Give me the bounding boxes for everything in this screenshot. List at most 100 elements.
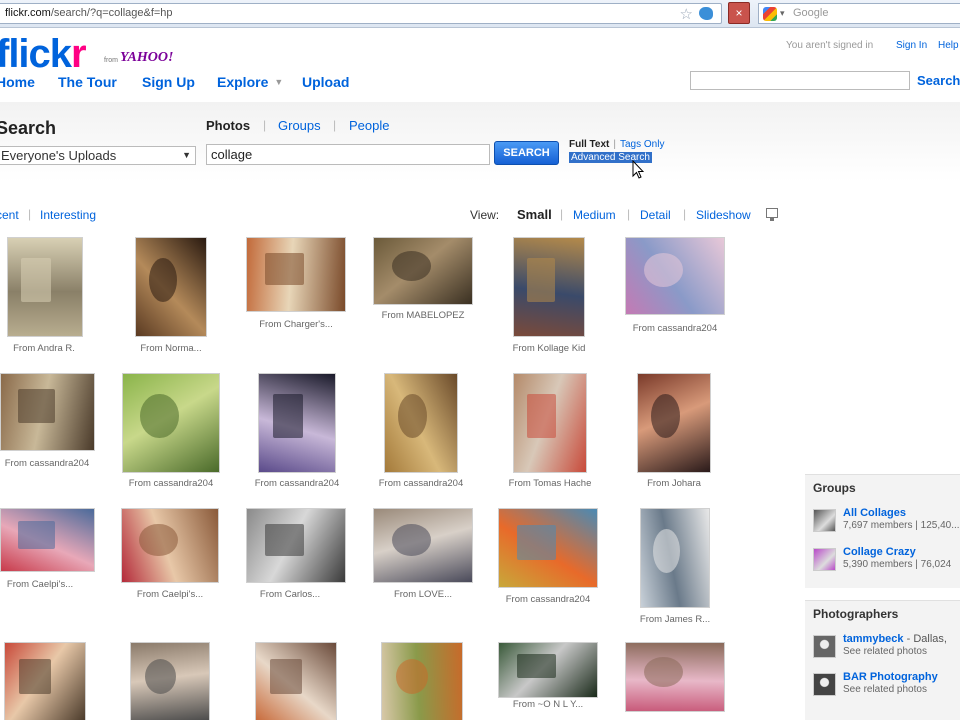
photo-thumbnail[interactable] [7, 237, 83, 337]
tags-only-link[interactable]: Tags Only [620, 139, 664, 150]
full-text-option[interactable]: Full Text [569, 139, 609, 150]
photo-owner-link[interactable]: From cassandra204 [376, 478, 466, 489]
photo-owner-link[interactable]: From cassandra204 [630, 323, 720, 334]
photo-owner-link[interactable]: From James R... [630, 614, 720, 625]
nav-explore[interactable]: Explore ▼ [217, 74, 283, 90]
browser-search-box[interactable]: ▾ Google [758, 3, 960, 24]
google-icon[interactable] [763, 7, 777, 21]
see-related-photos-link[interactable]: See related photos [843, 646, 927, 657]
photo-owner-link[interactable]: From cassandra204 [503, 594, 593, 605]
sort-recent[interactable]: cent [0, 208, 19, 222]
group-thumbnail[interactable] [813, 509, 836, 532]
photo-thumbnail[interactable] [130, 642, 210, 720]
groups-panel: Groups All Collages 7,697 members | 125,… [805, 474, 960, 588]
photo-thumbnail[interactable] [513, 373, 587, 473]
address-url: flickr.com/search/?q=collage&f=hp [5, 7, 173, 19]
photo-owner-link[interactable]: From Caelpi's... [0, 579, 85, 590]
stop-button[interactable]: × [728, 2, 750, 24]
group-item[interactable]: Collage Crazy 5,390 members | 76,024 [813, 546, 960, 574]
photo-thumbnail[interactable] [498, 642, 598, 698]
browser-toolbar: flickr.com/search/?q=collage&f=hp ☆ × ▾ … [0, 0, 960, 28]
header-search-button[interactable]: Search [917, 73, 960, 88]
photographer-name[interactable]: BAR Photography [843, 671, 938, 683]
photo-thumbnail[interactable] [625, 642, 725, 712]
photo-owner-link[interactable]: From LOVE... [378, 589, 468, 600]
nav-tour[interactable]: The Tour [58, 74, 117, 90]
photo-thumbnail[interactable] [246, 237, 346, 312]
photo-owner-link[interactable]: From Carlos... [245, 589, 335, 600]
group-stats: 5,390 members | 76,024 [843, 559, 952, 570]
photo-owner-link[interactable]: From Caelpi's... [125, 589, 215, 600]
photo-thumbnail[interactable] [121, 508, 219, 583]
nav-sign-up[interactable]: Sign Up [142, 74, 195, 90]
view-small[interactable]: Small [517, 207, 552, 222]
photo-thumbnail[interactable] [498, 508, 598, 588]
photo-owner-link[interactable]: From cassandra204 [252, 478, 342, 489]
photo-thumbnail[interactable] [4, 642, 86, 720]
photo-owner-link[interactable]: From Norma... [126, 343, 216, 354]
photographer-name[interactable]: tammybeck - Dallas, [843, 633, 947, 645]
header-search-input[interactable] [690, 71, 910, 90]
photo-thumbnail[interactable] [637, 373, 711, 473]
group-name[interactable]: All Collages [843, 507, 906, 519]
photo-owner-link[interactable]: From Andra R. [0, 343, 89, 354]
sign-in-link[interactable]: Sign In [896, 40, 927, 51]
photo-owner-link[interactable]: From MABELOPEZ [378, 310, 468, 321]
photo-thumbnail[interactable] [373, 508, 473, 583]
photo-thumbnail[interactable] [0, 508, 95, 572]
photographer-item[interactable]: BAR Photography See related photos [813, 671, 960, 699]
photographers-title: Photographers [813, 607, 899, 621]
signed-in-status: You aren't signed in [786, 40, 874, 51]
see-related-photos-link[interactable]: See related photos [843, 684, 927, 695]
nav-upload[interactable]: Upload [302, 74, 349, 90]
slideshow-icon[interactable] [766, 208, 778, 221]
photo-thumbnail[interactable] [625, 237, 725, 315]
filter-people[interactable]: People [349, 118, 389, 133]
address-bar[interactable]: flickr.com/search/?q=collage&f=hp ☆ [0, 3, 722, 24]
photo-owner-link[interactable]: From Kollage Kid [504, 343, 594, 354]
photo-owner-link[interactable]: From Johara [629, 478, 719, 489]
photo-thumbnail[interactable] [122, 373, 220, 473]
filter-groups[interactable]: Groups [278, 118, 321, 133]
bookmark-star-icon[interactable]: ☆ [680, 5, 693, 23]
view-slideshow[interactable]: Slideshow [696, 208, 751, 222]
view-detail[interactable]: Detail [640, 208, 671, 222]
photo-thumbnail[interactable] [0, 373, 95, 451]
view-medium[interactable]: Medium [573, 208, 616, 222]
flickr-logo[interactable]: flickr [0, 32, 87, 77]
photographer-item[interactable]: tammybeck - Dallas, See related photos [813, 633, 960, 661]
groups-title: Groups [813, 481, 856, 495]
group-item[interactable]: All Collages 7,697 members | 125,40... [813, 507, 960, 535]
photo-owner-link[interactable]: From ~O N L Y... [503, 699, 593, 710]
photo-thumbnail[interactable] [381, 642, 463, 720]
chevron-down-icon: ▼ [182, 150, 191, 160]
search-scope-select[interactable]: Everyone's Uploads ▼ [0, 146, 196, 165]
photo-thumbnail[interactable] [384, 373, 458, 473]
logo-from-text: from [104, 57, 118, 64]
photo-thumbnail[interactable] [513, 237, 585, 337]
filter-photos[interactable]: Photos [206, 118, 250, 133]
explore-dropdown-icon[interactable]: ▼ [274, 77, 283, 87]
photo-thumbnail[interactable] [135, 237, 207, 337]
group-stats: 7,697 members | 125,40... [843, 520, 960, 531]
photo-thumbnail[interactable] [246, 508, 346, 583]
photo-owner-link[interactable]: From Charger's... [251, 319, 341, 330]
photographer-avatar[interactable] [813, 673, 836, 696]
photo-thumbnail[interactable] [255, 642, 337, 720]
nav-home[interactable]: Home [0, 74, 35, 90]
twitter-icon[interactable] [699, 7, 713, 20]
search-query-input[interactable] [206, 144, 490, 165]
help-link[interactable]: Help [938, 40, 959, 51]
sort-interesting[interactable]: Interesting [40, 208, 96, 222]
photo-thumbnail[interactable] [640, 508, 710, 608]
group-thumbnail[interactable] [813, 548, 836, 571]
photo-owner-link[interactable]: From cassandra204 [2, 458, 92, 469]
photo-thumbnail[interactable] [258, 373, 336, 473]
photo-owner-link[interactable]: From Tomas Hache [505, 478, 595, 489]
photo-owner-link[interactable]: From cassandra204 [126, 478, 216, 489]
chevron-down-icon[interactable]: ▾ [780, 8, 785, 19]
search-button[interactable]: SEARCH [494, 141, 559, 165]
photographer-avatar[interactable] [813, 635, 836, 658]
group-name[interactable]: Collage Crazy [843, 546, 916, 558]
photo-thumbnail[interactable] [373, 237, 473, 305]
